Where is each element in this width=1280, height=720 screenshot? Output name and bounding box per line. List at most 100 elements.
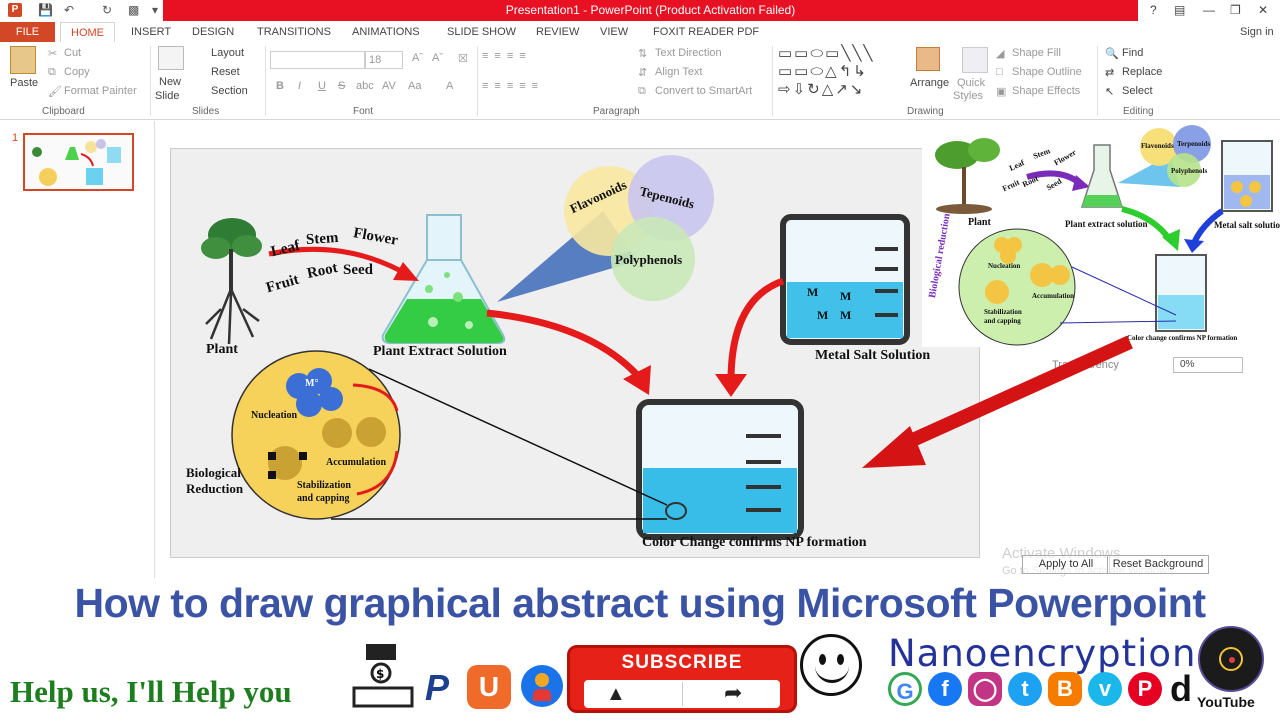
select-icon[interactable]: ↖ (1105, 85, 1114, 98)
redo-icon[interactable]: ↻ (102, 3, 112, 17)
bullets-icon[interactable]: ≡≡≡≡ (482, 50, 532, 62)
font-family-select[interactable] (270, 51, 365, 69)
shape-fill-icon[interactable]: ◢ (996, 47, 1004, 60)
font-size-select[interactable]: 18 (365, 51, 403, 69)
new-slide-label-1[interactable]: New (159, 76, 181, 88)
label-m: M (840, 308, 852, 322)
slideshow-start-icon[interactable]: ▩ (128, 3, 139, 17)
shape-fill-button[interactable]: Shape Fill (1012, 47, 1061, 59)
shape-outline-button[interactable]: Shape Outline (1012, 66, 1082, 78)
powerpoint-logo-icon: P (8, 3, 22, 17)
change-case-button[interactable]: Aa (408, 80, 421, 92)
undo-icon[interactable]: ↶ (64, 3, 74, 17)
font-color-button[interactable]: A (446, 80, 453, 92)
arrange-button[interactable]: Arrange (910, 77, 949, 89)
italic-button[interactable]: I (298, 80, 301, 92)
text-shadow-button[interactable]: abc (356, 80, 374, 92)
char-spacing-button[interactable]: AV (382, 80, 396, 92)
slide-thumbnail[interactable] (23, 133, 134, 191)
copy-button[interactable]: Copy (64, 66, 90, 78)
layout-button[interactable]: Layout (211, 47, 244, 59)
tab-animations[interactable]: ANIMATIONS (352, 22, 420, 42)
payment-u-icon: U (467, 665, 511, 709)
shrink-font-icon[interactable]: Aˇ (432, 52, 443, 64)
cut-button[interactable]: Cut (64, 47, 81, 59)
format-painter-button[interactable]: Format Painter (64, 85, 137, 97)
reset-background-button[interactable]: Reset Background (1107, 555, 1209, 574)
section-button[interactable]: Section (211, 85, 248, 97)
reset-button[interactable]: Reset (211, 66, 240, 78)
format-painter-icon[interactable]: 🖌 (48, 85, 62, 98)
reference-image-overlay: Leaf Stem Flower Fruit Root Seed Plant P… (922, 125, 1280, 347)
tab-review[interactable]: REVIEW (536, 22, 579, 42)
paste-icon[interactable] (10, 46, 36, 74)
align-text-button[interactable]: Align Text (655, 66, 703, 78)
new-slide-icon[interactable] (158, 46, 184, 70)
subscribe-button[interactable]: SUBSCRIBE ▲ ➦ (567, 645, 797, 713)
ribbon: Paste ✂ Cut ⧉ Copy 🖌 Format Painter Clip… (0, 42, 1280, 120)
quick-styles-icon[interactable] (962, 47, 988, 73)
bold-button[interactable]: B (276, 80, 284, 92)
editing-group-label: Editing (1123, 106, 1154, 117)
vimeo-icon: v (1088, 672, 1122, 706)
result-beaker-icon (636, 399, 804, 540)
close-icon[interactable]: ✕ (1258, 3, 1268, 17)
tab-view[interactable]: VIEW (600, 22, 628, 42)
tab-transitions[interactable]: TRANSITIONS (257, 22, 331, 42)
underline-button[interactable]: U (318, 80, 326, 92)
shape-outline-icon[interactable]: □ (996, 66, 1003, 78)
red-arrow-overlay (862, 335, 1133, 468)
svg-text:$: $ (376, 667, 384, 681)
arrange-icon[interactable] (916, 47, 940, 71)
tab-home[interactable]: HOME (60, 22, 115, 42)
replace-icon[interactable]: ⇄ (1105, 66, 1114, 79)
tab-slide-show[interactable]: SLIDE SHOW (447, 22, 516, 42)
sign-in-link[interactable]: Sign in (1240, 22, 1274, 42)
quick-styles-label-2[interactable]: Styles (953, 90, 983, 102)
find-icon[interactable]: 🔍 (1105, 47, 1119, 60)
strikethrough-button[interactable]: S (338, 80, 345, 92)
inset-label-accumulation: Accumulation (1032, 292, 1074, 300)
align-text-icon[interactable]: ⇵ (638, 66, 647, 79)
text-direction-icon[interactable]: ⇅ (638, 47, 647, 60)
donate-icon: $ (348, 640, 418, 710)
window-title: Presentation1 - PowerPoint (Product Acti… (163, 0, 1138, 21)
shapes-gallery[interactable]: ▭▭⬭▭╲╲╲ ▭▭⬭△↰↳ ⇨⇩↻△↗↘ (778, 45, 900, 99)
grow-font-icon[interactable]: Aˆ (412, 52, 423, 64)
replace-button[interactable]: Replace (1122, 66, 1162, 78)
clear-format-icon[interactable]: ☒ (458, 52, 468, 65)
customize-qat-icon[interactable]: ▾ (152, 3, 158, 17)
copy-icon[interactable]: ⧉ (48, 66, 56, 79)
pinterest-icon: P (1128, 672, 1162, 706)
label-biological: Biological (186, 465, 241, 480)
smartart-button[interactable]: Convert to SmartArt (655, 85, 752, 97)
tab-insert[interactable]: INSERT (131, 22, 171, 42)
smartart-icon[interactable]: ⧉ (638, 85, 646, 98)
shape-effects-icon[interactable]: ▣ (996, 85, 1006, 98)
tab-design[interactable]: DESIGN (192, 22, 234, 42)
save-icon[interactable]: 💾 (38, 3, 53, 17)
tab-file[interactable]: FILE (0, 22, 55, 42)
ribbon-display-icon[interactable]: ▤ (1174, 3, 1185, 17)
help-icon[interactable]: ? (1150, 3, 1157, 17)
payment-app-icon (521, 665, 563, 707)
divider (682, 682, 683, 706)
tab-foxit[interactable]: FOXIT READER PDF (653, 22, 759, 42)
label-stabilization: Stabilization (297, 480, 351, 491)
divider (150, 46, 151, 116)
inset-label-flavonoids: Flavonoids (1141, 142, 1174, 150)
new-slide-label-2[interactable]: Slide (155, 90, 179, 102)
cut-icon[interactable]: ✂ (48, 47, 57, 60)
find-button[interactable]: Find (1122, 47, 1143, 59)
shape-effects-button[interactable]: Shape Effects (1012, 85, 1080, 97)
paste-button[interactable]: Paste (10, 77, 38, 89)
maximize-icon[interactable]: ❐ (1230, 3, 1241, 17)
transparency-input[interactable]: 0% (1173, 357, 1243, 373)
label-m: M (817, 308, 829, 322)
align-icon[interactable]: ≡≡≡≡≡ (482, 80, 544, 92)
quick-styles-label-1[interactable]: Quick (957, 77, 985, 89)
text-direction-button[interactable]: Text Direction (655, 47, 722, 59)
apply-to-all-button[interactable]: Apply to All (1022, 555, 1110, 574)
minimize-icon[interactable]: — (1203, 3, 1215, 17)
select-button[interactable]: Select (1122, 85, 1153, 97)
